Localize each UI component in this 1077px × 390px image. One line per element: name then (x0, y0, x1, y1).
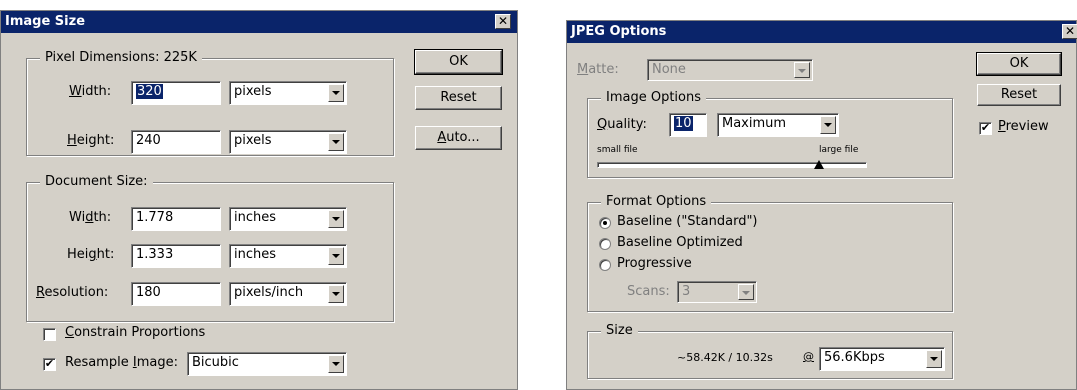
baseline-standard-label[interactable]: Baseline ("Standard") (617, 214, 758, 229)
chevron-down-icon[interactable] (738, 284, 754, 300)
document-size-legend: Document Size: (40, 174, 153, 189)
image-size-ok-button[interactable]: OK (414, 49, 503, 75)
image-size-reset-button[interactable]: Reset (415, 86, 502, 110)
quality-slider-track[interactable] (597, 162, 867, 168)
pixel-height-input[interactable]: 240 (131, 130, 221, 154)
small-file-label: small file (597, 145, 638, 155)
quality-input[interactable]: 10 (669, 113, 707, 137)
constrain-proportions-checkbox[interactable] (43, 328, 56, 341)
progressive-radio[interactable] (599, 259, 611, 271)
pixel-width-unit-select[interactable]: pixels (229, 81, 347, 105)
pixel-height-unit-select[interactable]: pixels (229, 130, 347, 154)
matte-label: Matte: (577, 62, 619, 77)
jpeg-reset-button[interactable]: Reset (977, 84, 1061, 106)
doc-width-label: Width: (69, 210, 112, 225)
image-size-close-button[interactable]: ✕ (495, 14, 511, 29)
preview-label[interactable]: Preview (998, 119, 1049, 134)
doc-width-unit-select[interactable]: inches (229, 207, 347, 231)
scans-label: Scans: (627, 284, 670, 299)
chevron-down-icon[interactable] (328, 355, 344, 373)
quality-slider-thumb[interactable] (814, 160, 825, 169)
doc-height-input[interactable]: 1.333 (131, 244, 221, 268)
resolution-input[interactable]: 180 (131, 282, 221, 306)
resample-image-checkbox[interactable]: ✔ (43, 358, 56, 371)
large-file-label: large file (819, 145, 859, 155)
quality-preset-select[interactable]: Maximum (717, 113, 839, 137)
chevron-down-icon[interactable] (328, 247, 344, 265)
pixel-dimensions-legend: Pixel Dimensions: 225K (40, 50, 202, 65)
progressive-label[interactable]: Progressive (617, 256, 692, 271)
matte-select[interactable]: None (647, 59, 813, 81)
baseline-optimized-label[interactable]: Baseline Optimized (617, 235, 743, 250)
chevron-down-icon[interactable] (820, 116, 836, 134)
baseline-standard-radio[interactable] (599, 217, 611, 229)
doc-height-label: Height: (67, 247, 115, 262)
image-size-auto-button[interactable]: Auto... (415, 126, 502, 150)
image-options-legend: Image Options (601, 90, 707, 105)
size-legend: Size (601, 323, 638, 338)
pixel-height-label: Height: (67, 133, 115, 148)
resample-image-label[interactable]: Resample Image: (65, 355, 178, 370)
image-size-title: Image Size (1, 11, 517, 33)
preview-checkbox[interactable]: ✔ (979, 122, 992, 135)
resolution-unit-select[interactable]: pixels/inch (229, 282, 347, 306)
format-options-legend: Format Options (601, 194, 712, 209)
quality-label: Quality: (597, 117, 647, 132)
connection-speed-select[interactable]: 56.6Kbps (819, 347, 945, 371)
pixel-width-label: Width: (69, 84, 112, 99)
close-icon: ✕ (497, 14, 509, 28)
chevron-down-icon[interactable] (328, 285, 344, 303)
image-size-dialog: Image Size ✕ Pixel Dimensions: 225K Widt… (0, 10, 518, 390)
jpeg-options-dialog: JPEG Options ✕ Matte: None Image Options… (566, 20, 1077, 390)
close-icon: ✕ (1064, 24, 1076, 38)
pixel-width-input[interactable]: 320 (131, 81, 221, 105)
jpeg-options-close-button[interactable]: ✕ (1062, 24, 1077, 39)
doc-height-unit-select[interactable]: inches (229, 244, 347, 268)
scans-select[interactable]: 3 (677, 281, 757, 303)
resample-method-select[interactable]: Bicubic (187, 352, 347, 376)
chevron-down-icon[interactable] (926, 350, 942, 368)
baseline-optimized-radio[interactable] (599, 238, 611, 250)
jpeg-options-title: JPEG Options (567, 21, 1076, 43)
chevron-down-icon[interactable] (794, 62, 810, 78)
chevron-down-icon[interactable] (328, 210, 344, 228)
jpeg-ok-button[interactable]: OK (976, 52, 1062, 76)
doc-width-input[interactable]: 1.778 (131, 207, 221, 231)
resolution-label: Resolution: (36, 285, 109, 300)
size-estimate: ~58.42K / 10.32s (677, 351, 773, 364)
chevron-down-icon[interactable] (328, 84, 344, 102)
size-at-label: @ (803, 350, 814, 363)
constrain-proportions-label[interactable]: Constrain Proportions (65, 325, 205, 340)
chevron-down-icon[interactable] (328, 133, 344, 151)
